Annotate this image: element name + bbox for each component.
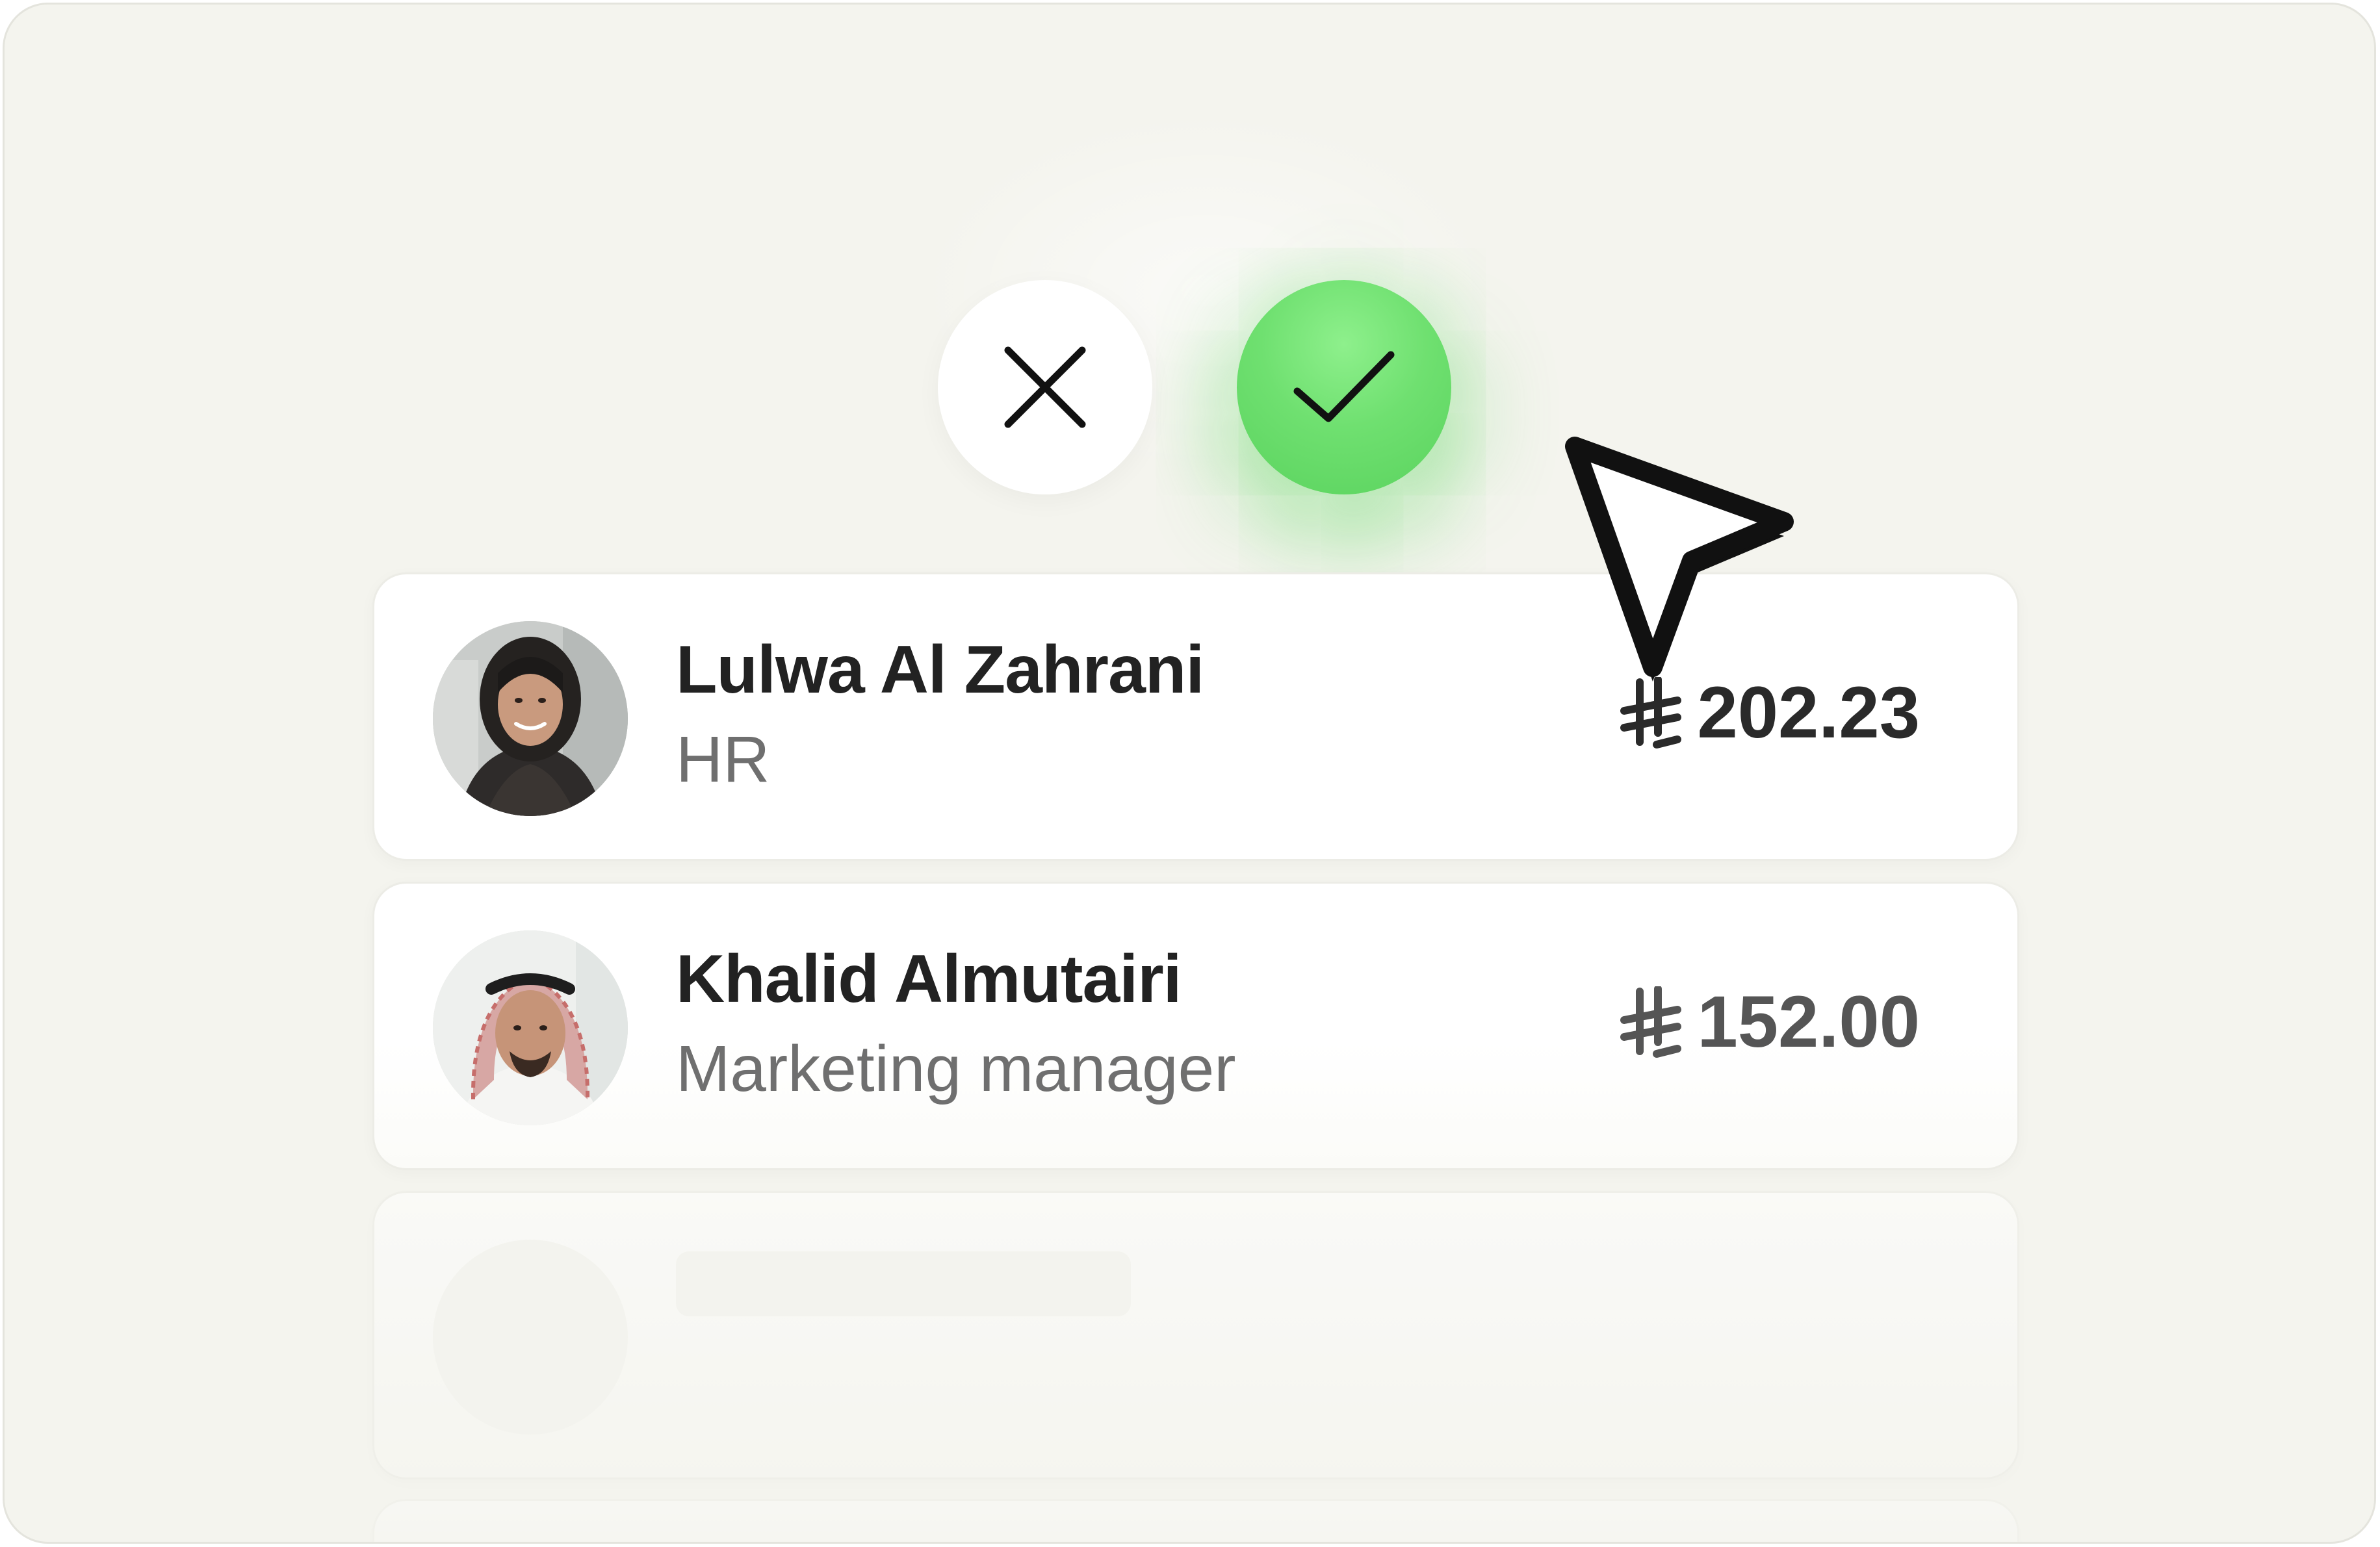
employee-amount: 152.00 xyxy=(1618,980,1920,1064)
close-icon xyxy=(1004,346,1086,428)
employee-role: HR xyxy=(676,723,770,796)
app-frame: Lulwa Al Zahrani HR 202.23 Khalid Almuta… xyxy=(3,3,2376,1544)
avatar xyxy=(433,930,628,1125)
placeholder-avatar xyxy=(433,1240,628,1435)
employee-role: Marketing manager xyxy=(676,1032,1236,1105)
employee-name: Lulwa Al Zahrani xyxy=(676,632,1204,708)
employee-name: Khalid Almutairi xyxy=(676,941,1182,1017)
saudi-riyal-icon xyxy=(1618,986,1683,1058)
avatar xyxy=(433,621,628,816)
pointer-cursor-icon xyxy=(1555,420,1815,693)
placeholder-card xyxy=(372,1191,2019,1479)
placeholder-text xyxy=(676,1251,1131,1316)
placeholder-card xyxy=(372,1499,2019,1542)
approve-button[interactable] xyxy=(1237,280,1451,494)
check-icon xyxy=(1293,351,1395,422)
reject-button[interactable] xyxy=(938,280,1152,494)
amount-value: 152.00 xyxy=(1697,981,1920,1062)
employee-card[interactable]: Khalid Almutairi Marketing manager 152.0… xyxy=(372,882,2019,1170)
